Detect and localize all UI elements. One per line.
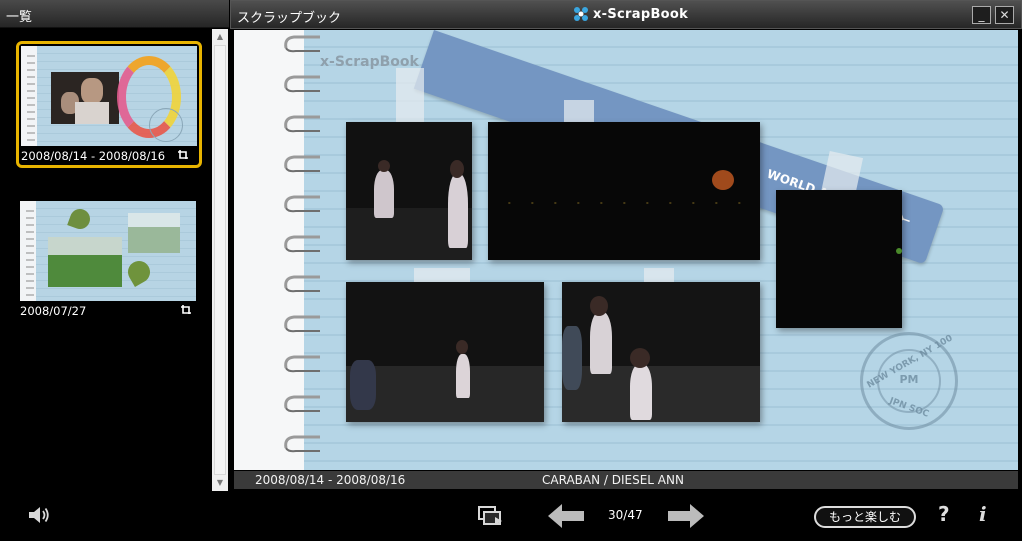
photo-girl-squatting[interactable] [346, 282, 544, 422]
photo-night-small[interactable] [776, 190, 902, 328]
spiral-ring [282, 154, 324, 174]
spiral-ring [282, 194, 324, 214]
next-button[interactable] [666, 502, 706, 534]
list-scrollbar[interactable]: ▲ ▼ [212, 29, 228, 491]
spiral-ring [282, 314, 324, 334]
info-button[interactable]: i [979, 502, 987, 526]
close-button[interactable]: ✕ [995, 6, 1014, 24]
caption-date: 2008/08/14 - 2008/08/16 [255, 473, 406, 487]
speaker-icon[interactable] [26, 503, 52, 527]
app-logo: x-ScrapBook [573, 6, 688, 22]
more-fun-button[interactable]: もっと楽しむ [814, 506, 916, 528]
caption-title: CARABAN / DIESEL ANN [542, 473, 684, 487]
scrapbook-item-2[interactable]: 2008/07/27 [20, 201, 200, 318]
slideshow-button[interactable] [476, 504, 506, 532]
list-header: 一覧 [0, 0, 229, 28]
expand-icon[interactable] [177, 149, 189, 163]
thumb-photo [51, 72, 119, 124]
previous-button[interactable] [546, 502, 586, 534]
arrow-left-icon [548, 504, 584, 528]
arrow-right-icon [668, 504, 704, 528]
expand-icon[interactable] [180, 304, 192, 318]
scrapbook-item-1[interactable]: 2008/08/14 - 2008/08/16 [16, 41, 202, 168]
spiral-ring [282, 74, 324, 94]
caption-bar: 2008/08/14 - 2008/08/16 CARABAN / DIESEL… [234, 471, 1018, 489]
photo-night-moon[interactable] [488, 122, 760, 260]
scroll-down-arrow-icon[interactable]: ▼ [212, 475, 228, 491]
scrapbook-list: 2008/08/14 - 2008/08/16 2008/07/27 [4, 29, 212, 491]
spiral-ring [282, 274, 324, 294]
thumb-photo-grass [48, 237, 122, 287]
scrapbook-thumbnail-2 [20, 201, 196, 301]
photo-girls-standing[interactable] [562, 282, 760, 422]
spiral-ring [282, 114, 324, 134]
help-button[interactable]: ? [938, 502, 950, 526]
scrapbook-logo-icon [574, 7, 588, 21]
stamp-center-text: PM [899, 373, 919, 386]
slideshow-icon [478, 506, 502, 525]
scrapbook-date-2: 2008/07/27 [20, 304, 87, 318]
window-title: スクラップブック [237, 11, 342, 26]
spiral-ring [282, 434, 324, 454]
scroll-up-arrow-icon[interactable]: ▲ [212, 29, 228, 45]
scrapbook-thumbnail-1 [21, 46, 197, 146]
scrollbar-thumb[interactable] [214, 45, 226, 475]
page-counter: 30/47 [608, 508, 643, 522]
scrapbook-viewer-window: スクラップブック x-ScrapBook _ ✕ x-ScrapBook WOR… [230, 0, 1022, 541]
scrapbook-list-panel: 一覧 2008/08/14 - 2008/08/16 2008/07/27 ▲ … [0, 0, 229, 541]
minimize-button[interactable]: _ [972, 6, 991, 24]
spiral-ring [282, 394, 324, 414]
spiral-ring [282, 354, 324, 374]
spiral-ring [282, 234, 324, 254]
spiral-ring [282, 34, 324, 54]
scrapbook-page: x-ScrapBook WORLD AIR LINES [234, 30, 1018, 470]
app-name: x-ScrapBook [593, 6, 689, 22]
postmark-stamp: NEW YORK, NY 100 PM JPN SOC [860, 332, 958, 430]
scrapbook-date-1: 2008/08/14 - 2008/08/16 [21, 149, 166, 163]
title-bar[interactable]: スクラップブック x-ScrapBook _ ✕ [230, 0, 1022, 29]
list-header-title: 一覧 [6, 10, 33, 25]
playback-controls: 30/47 もっと楽しむ ? i [230, 490, 1022, 541]
photo-girls-sparklers[interactable] [346, 122, 472, 260]
thumb-photo-field [128, 213, 180, 253]
